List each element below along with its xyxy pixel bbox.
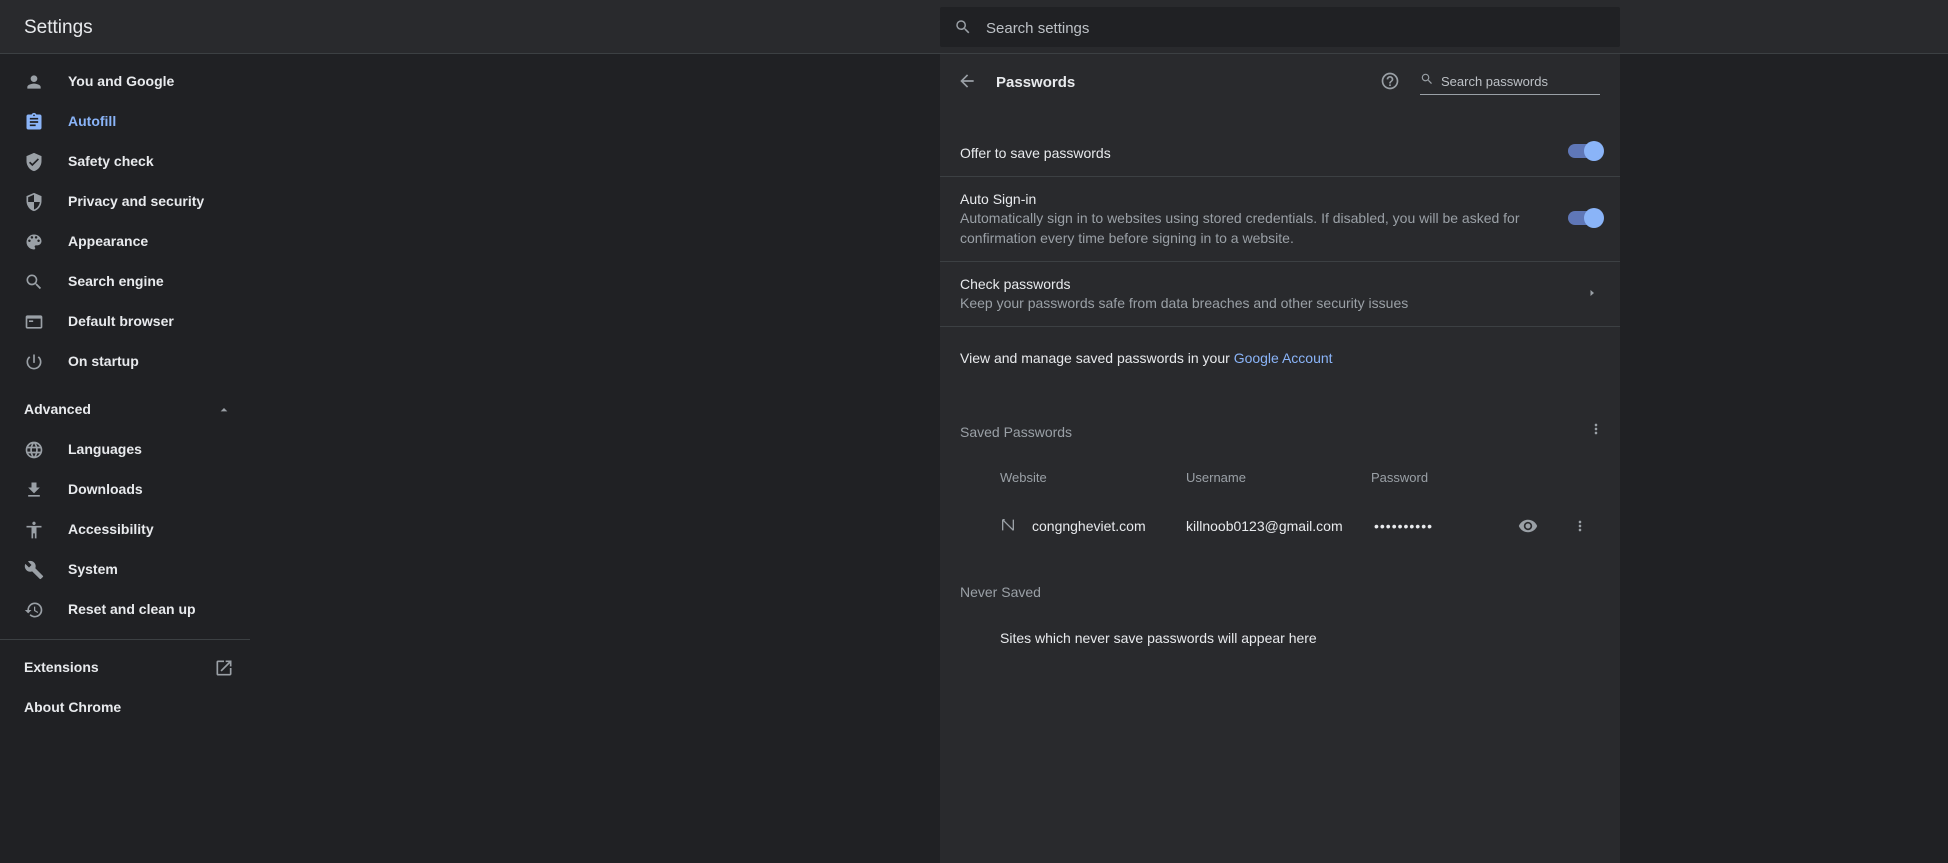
saved-passwords-heading: Saved Passwords xyxy=(960,424,1073,440)
download-icon xyxy=(24,480,44,500)
google-account-link[interactable]: Google Account xyxy=(1234,350,1333,366)
row-divider xyxy=(940,261,1620,262)
sidebar-item-label: On startup xyxy=(68,353,139,369)
chevron-up-icon xyxy=(216,402,232,423)
open-in-new-icon xyxy=(214,658,234,683)
history-icon xyxy=(24,600,44,620)
chevron-right-icon[interactable] xyxy=(1586,286,1598,304)
passwords-panel: Passwords Offer to save passwords Auto S… xyxy=(940,54,1620,863)
sidebar-item-default-browser[interactable]: Default browser xyxy=(0,302,250,342)
toggle-knob xyxy=(1584,141,1604,161)
accessibility-icon xyxy=(24,520,44,540)
sidebar-item-label: Safety check xyxy=(68,153,154,169)
settings-search-box[interactable] xyxy=(940,7,1620,49)
sidebar-item-on-startup[interactable]: On startup xyxy=(0,342,250,382)
sidebar-item-safety-check[interactable]: Safety check xyxy=(0,142,250,182)
auto-signin-label: Auto Sign-in xyxy=(960,191,1037,207)
offer-to-save-label: Offer to save passwords xyxy=(960,145,1111,161)
search-icon xyxy=(1420,72,1434,91)
sidebar-item-label: Privacy and security xyxy=(68,193,205,209)
advanced-label: Advanced xyxy=(24,401,91,417)
sidebar-item-downloads[interactable]: Downloads xyxy=(0,470,250,510)
sidebar-item-search-engine[interactable]: Search engine xyxy=(0,262,250,302)
shield-icon xyxy=(24,192,44,212)
top-bar: Settings xyxy=(0,0,1948,54)
site-favicon-icon xyxy=(1000,517,1016,538)
password-search-box[interactable] xyxy=(1420,66,1601,95)
column-header-website: Website xyxy=(1000,470,1047,485)
sidebar-item-label: About Chrome xyxy=(24,699,122,715)
sidebar-item-label: Accessibility xyxy=(68,521,154,537)
settings-search-input[interactable] xyxy=(984,7,1608,49)
never-saved-empty-message: Sites which never save passwords will ap… xyxy=(1000,630,1317,646)
passwords-header: Passwords xyxy=(940,54,1620,110)
page-title: Passwords xyxy=(996,74,1076,91)
sidebar-item-appearance[interactable]: Appearance xyxy=(0,222,250,262)
sidebar-item-languages[interactable]: Languages xyxy=(0,430,250,470)
sidebar-item-label: Downloads xyxy=(68,481,143,497)
person-icon xyxy=(24,72,44,92)
palette-icon xyxy=(24,232,44,252)
more-vert-icon[interactable] xyxy=(1572,518,1588,539)
clipboard-icon xyxy=(24,112,44,132)
password-search-input[interactable] xyxy=(1439,69,1601,93)
sidebar-item-label: Reset and clean up xyxy=(68,601,196,617)
offer-to-save-toggle[interactable] xyxy=(1568,141,1604,161)
eye-icon[interactable] xyxy=(1518,516,1538,541)
sidebar-item-label: Extensions xyxy=(24,659,99,675)
row-divider xyxy=(940,176,1620,177)
app-title: Settings xyxy=(24,17,93,38)
manage-passwords-prefix: View and manage saved passwords in your xyxy=(960,350,1234,366)
sidebar-item-label: You and Google xyxy=(68,73,175,89)
sidebar-item-label: Autofill xyxy=(68,113,117,129)
entry-username: killnoob0123@gmail.com xyxy=(1186,518,1343,534)
manage-passwords-text: View and manage saved passwords in your … xyxy=(960,350,1333,366)
power-icon xyxy=(24,352,44,372)
sidebar-item-label: Appearance xyxy=(68,233,149,249)
search-icon xyxy=(954,18,972,41)
sidebar-item-accessibility[interactable]: Accessibility xyxy=(0,510,250,550)
sidebar-item-label: Search engine xyxy=(68,273,164,289)
sidebar-item-privacy-and-security[interactable]: Privacy and security xyxy=(0,182,250,222)
search-icon xyxy=(24,272,44,292)
auto-signin-toggle[interactable] xyxy=(1568,208,1604,228)
browser-icon xyxy=(24,312,44,332)
entry-password: •••••••••• xyxy=(1374,518,1434,534)
sidebar-item-label: Default browser xyxy=(68,313,174,329)
sidebar-item-autofill[interactable]: Autofill xyxy=(0,102,250,142)
more-vert-icon[interactable] xyxy=(1588,421,1604,442)
globe-icon xyxy=(24,440,44,460)
sidebar-item-label: Languages xyxy=(68,441,142,457)
auto-signin-description: Automatically sign in to websites using … xyxy=(960,210,1520,226)
auto-signin-description: confirmation every time before signing i… xyxy=(960,230,1294,246)
check-passwords-description: Keep your passwords safe from data breac… xyxy=(960,295,1409,311)
toggle-knob xyxy=(1584,208,1604,228)
wrench-icon xyxy=(24,560,44,580)
help-icon[interactable] xyxy=(1380,71,1400,96)
advanced-section-toggle[interactable]: Advanced xyxy=(0,390,250,430)
column-header-username: Username xyxy=(1186,470,1246,485)
sidebar-divider xyxy=(0,639,250,640)
sidebar-item-about-chrome[interactable]: About Chrome xyxy=(0,688,250,728)
back-arrow-icon[interactable] xyxy=(957,71,977,96)
check-passwords-label: Check passwords xyxy=(960,276,1071,292)
sidebar-item-extensions[interactable]: Extensions xyxy=(0,648,250,688)
entry-website[interactable]: congngheviet.com xyxy=(1032,518,1146,534)
shield-check-icon xyxy=(24,152,44,172)
sidebar-item-reset-and-clean-up[interactable]: Reset and clean up xyxy=(0,590,250,630)
row-divider xyxy=(940,326,1620,327)
never-saved-heading: Never Saved xyxy=(960,584,1041,600)
column-header-password: Password xyxy=(1371,470,1429,485)
sidebar-item-you-and-google[interactable]: You and Google xyxy=(0,62,250,102)
sidebar-item-label: System xyxy=(68,561,118,577)
sidebar-item-system[interactable]: System xyxy=(0,550,250,590)
